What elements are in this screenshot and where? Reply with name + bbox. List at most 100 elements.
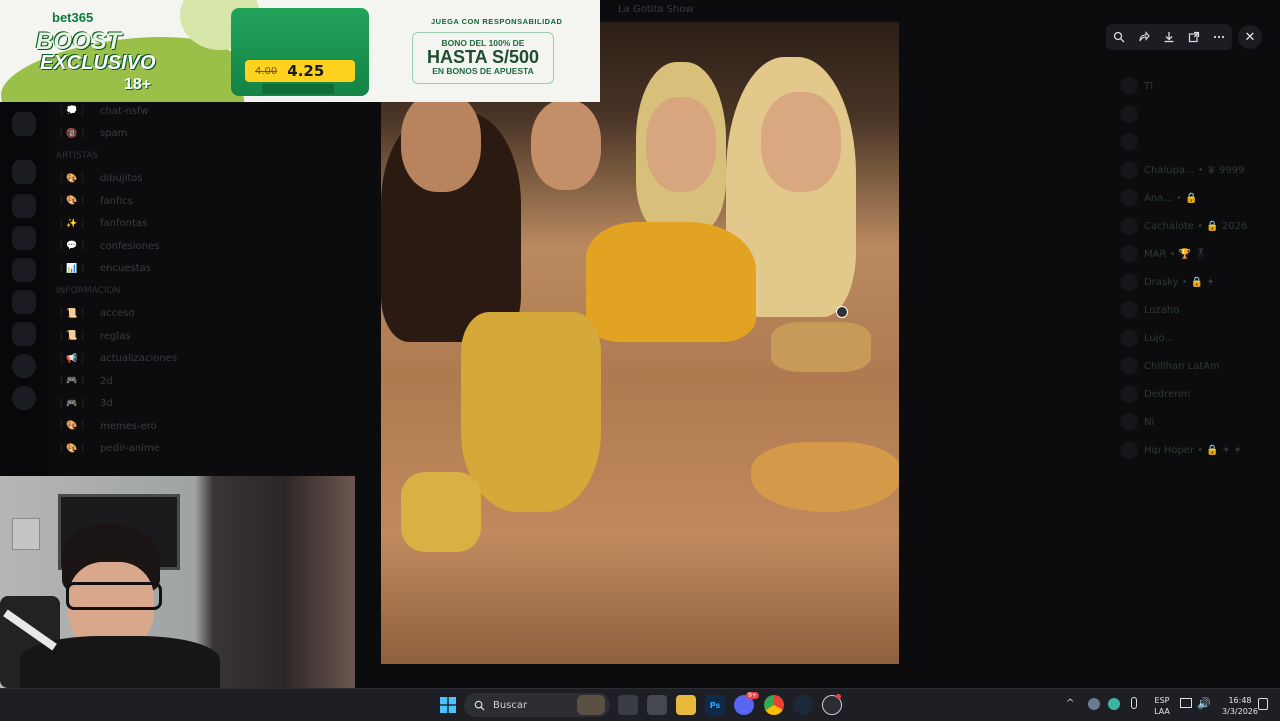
server-icon[interactable] (12, 194, 36, 218)
member-item[interactable] (1112, 100, 1280, 128)
channel-item[interactable]: [ 🎮 ] 2d (48, 370, 248, 393)
channel-item[interactable]: [ 🎮 ] 3d (48, 393, 248, 416)
tray-chevron-icon[interactable]: ^ (1066, 698, 1074, 709)
member-name: Drasky • 🔒 ✦ (1144, 276, 1215, 288)
add-server-icon[interactable] (12, 354, 36, 378)
channel-category[interactable]: INFORMACION (48, 280, 248, 303)
language-indicator[interactable]: ESP LAA (1150, 695, 1174, 717)
more-icon[interactable] (1210, 28, 1228, 46)
avatar (1120, 273, 1138, 291)
server-icon[interactable] (12, 258, 36, 282)
member-item[interactable]: MAR • 🏆 🎖 (1112, 240, 1280, 268)
member-item[interactable]: TI (1112, 72, 1280, 100)
bikini-top-shape (771, 322, 871, 372)
member-item[interactable] (1112, 128, 1280, 156)
ad-bonus-footer: EN BONOS DE APUESTA (432, 66, 534, 76)
member-item[interactable]: Chillhan LatAm (1112, 352, 1280, 380)
avatar (1120, 357, 1138, 375)
download-icon[interactable] (1160, 28, 1178, 46)
member-item[interactable]: Hip Hoper • 🔒 ✦ ✦ (1112, 436, 1280, 464)
member-name: Lujo... (1144, 332, 1174, 344)
server-icon[interactable] (12, 290, 36, 314)
channel-item[interactable]: [ 🎨 ] dibujitos (48, 168, 248, 191)
channel-icon: [ 📊 ] (60, 263, 84, 274)
channel-item[interactable]: [ ✨ ] fanfontas (48, 213, 248, 236)
network-icon[interactable] (1180, 698, 1192, 708)
ad-banner[interactable]: bet365 BOOST EXCLUSIVO 18+ 4.00 4.25 JUE… (0, 0, 600, 102)
ad-odds-card (231, 8, 369, 96)
member-name: Lozaho (1144, 304, 1180, 316)
channel-name: memes-ero (100, 420, 157, 432)
search-label: Buscar (493, 699, 528, 711)
chrome-icon[interactable] (764, 695, 784, 715)
task-view-icon[interactable] (618, 695, 638, 715)
channel-item[interactable]: [ 💬 ] confesiones (48, 235, 248, 258)
channel-category[interactable]: ARTISTAS (48, 145, 248, 168)
avatar (1120, 77, 1138, 95)
server-icon[interactable] (12, 322, 36, 346)
face-shape (646, 97, 716, 192)
open-external-icon[interactable] (1185, 28, 1203, 46)
ad-odds-box: 4.00 4.25 (245, 60, 355, 82)
windows-start-icon[interactable] (440, 697, 456, 713)
member-item[interactable]: Ni (1112, 408, 1280, 436)
forward-icon[interactable] (1135, 28, 1153, 46)
face-shape (761, 92, 841, 192)
language-label: ESP (1154, 696, 1170, 705)
file-explorer-icon[interactable] (676, 695, 696, 715)
member-item[interactable]: Ana... • 🔒 (1112, 184, 1280, 212)
close-viewer-button[interactable]: ✕ (1238, 25, 1262, 49)
app-icon[interactable] (647, 695, 667, 715)
channel-name: INFORMACION (56, 286, 121, 297)
member-item[interactable]: Cachalote • 🔒 2026 (1112, 212, 1280, 240)
member-item[interactable]: Lozaho (1112, 296, 1280, 324)
member-name: TI (1144, 80, 1154, 92)
channel-icon: [ 🎮 ] (60, 376, 84, 387)
member-list: TI Chalupa... • ♛ 9999 Ana... • 🔒 Cachalote… (1112, 72, 1280, 682)
server-icon[interactable] (12, 112, 36, 136)
member-item[interactable]: Chalupa... • ♛ 9999 (1112, 156, 1280, 184)
bikini-bottom-shape (751, 442, 899, 512)
server-icon[interactable] (12, 226, 36, 250)
search-icon (474, 700, 485, 711)
avatar (1120, 329, 1138, 347)
channel-item[interactable]: [ 🎨 ] memes-ero (48, 415, 248, 438)
face-shape (531, 100, 601, 190)
server-icon[interactable] (12, 160, 36, 184)
channel-item[interactable]: [ 🎨 ] fanfics (48, 190, 248, 213)
tray-app-icon[interactable] (1088, 698, 1100, 710)
tray-app-icon[interactable] (1108, 698, 1120, 710)
channel-icon: [ 🎨 ] (60, 421, 84, 432)
notification-bell-icon[interactable] (1258, 698, 1268, 710)
member-name: Chillhan LatAm (1144, 360, 1220, 372)
member-item[interactable]: Dedrenm (1112, 380, 1280, 408)
zoom-icon[interactable] (1110, 28, 1128, 46)
volume-icon[interactable]: 🔊 (1197, 697, 1211, 710)
channel-item[interactable]: [ 🔞 ] spam (48, 123, 248, 146)
photoshop-icon[interactable]: Ps (705, 695, 725, 715)
channel-item[interactable]: [ 📜 ] acceso (48, 303, 248, 326)
channel-item[interactable]: [ 📢 ] actualizaciones (48, 348, 248, 371)
channel-name: pedir-anime (100, 443, 160, 455)
microphone-icon[interactable] (1131, 697, 1137, 709)
avatar (1120, 133, 1138, 151)
member-item[interactable]: Drasky • 🔒 ✦ (1112, 268, 1280, 296)
wall-switch-shape (12, 518, 40, 550)
member-item[interactable]: Lujo... (1112, 324, 1280, 352)
face-shape (401, 92, 481, 192)
taskbar: Buscar Ps 9+ ^ ESP LAA 🔊 16:48 3/3/2026 (0, 688, 1280, 721)
discord-badge: 9+ (746, 692, 759, 699)
explore-servers-icon[interactable] (12, 386, 36, 410)
avatar (1120, 105, 1138, 123)
channel-icon: [ 📢 ] (60, 353, 84, 364)
channel-name: 3d (100, 398, 113, 410)
viewer-image[interactable] (381, 22, 899, 664)
channel-name: acceso (100, 308, 135, 320)
channel-item[interactable]: [ 📊 ] encuestas (48, 258, 248, 281)
channel-name: fanfontas (100, 218, 148, 230)
steam-icon[interactable] (793, 695, 813, 715)
channel-item[interactable]: [ 💭 ] chat-nsfw (48, 100, 248, 123)
channel-name: 2d (100, 375, 113, 387)
channel-item[interactable]: [ 🎨 ] pedir-anime (48, 438, 248, 461)
channel-item[interactable]: [ 📜 ] reglas (48, 325, 248, 348)
